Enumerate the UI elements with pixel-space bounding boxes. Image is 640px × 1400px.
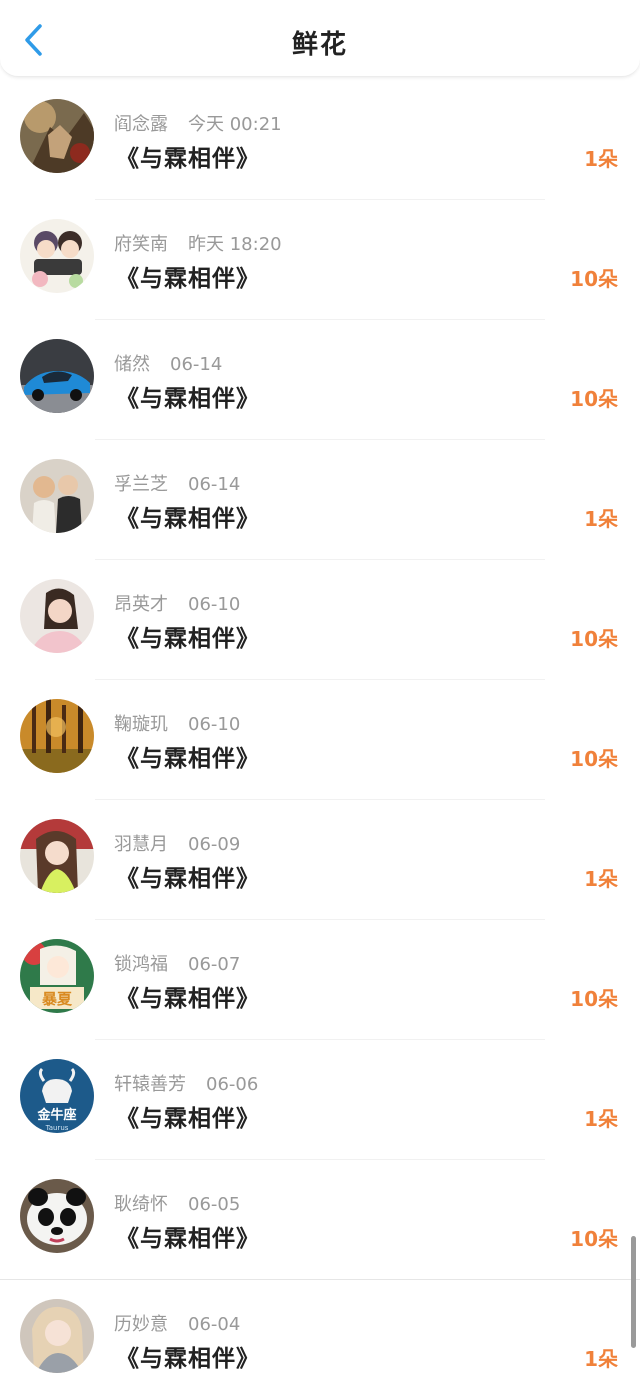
sender-name: 阎念露 <box>114 114 168 135</box>
timestamp: 06-09 <box>188 834 241 855</box>
timestamp: 06-14 <box>188 474 241 495</box>
book-title[interactable]: 《与霖相伴》 <box>116 139 260 173</box>
avatar-subcaption: Taurus <box>45 1124 69 1132</box>
book-title[interactable]: 《与霖相伴》 <box>116 1099 260 1133</box>
sender-name: 储然 <box>114 354 150 375</box>
sender-name: 昂英才 <box>114 594 168 615</box>
timestamp: 06-14 <box>170 354 223 375</box>
avatar[interactable] <box>20 699 94 773</box>
book-title[interactable]: 《与霖相伴》 <box>116 499 260 533</box>
flower-amount: 10朵 <box>570 267 618 291</box>
list-item[interactable]: 府笑南 昨天 18:20 《与霖相伴》 10朵 <box>0 200 640 320</box>
list-item[interactable]: 储然 06-14 《与霖相伴》 10朵 <box>0 320 640 440</box>
timestamp: 今天 00:21 <box>188 114 282 135</box>
sender-name: 轩辕善芳 <box>114 1074 186 1095</box>
sender-name: 鞠璇玑 <box>114 714 168 735</box>
flower-amount: 10朵 <box>570 387 618 411</box>
book-title[interactable]: 《与霖相伴》 <box>116 1219 260 1253</box>
flower-amount: 10朵 <box>570 1227 618 1251</box>
book-title[interactable]: 《与霖相伴》 <box>116 379 260 413</box>
timestamp: 06-04 <box>188 1314 241 1335</box>
list-item[interactable]: 孚兰芝 06-14 《与霖相伴》 1朵 <box>0 440 640 560</box>
list-item[interactable]: 暴夏 锁鸿福 06-07 《与霖相伴》 10朵 <box>0 920 640 1040</box>
avatar[interactable]: 暴夏 <box>20 939 94 1013</box>
avatar[interactable] <box>20 219 94 293</box>
avatar[interactable]: 金牛座 Taurus <box>20 1059 94 1133</box>
list-item[interactable]: 阎念露 今天 00:21 《与霖相伴》 1朵 <box>0 80 640 200</box>
flower-amount: 1朵 <box>584 147 618 171</box>
flower-amount: 10朵 <box>570 747 618 771</box>
book-title[interactable]: 《与霖相伴》 <box>116 1339 260 1373</box>
timestamp: 06-06 <box>206 1074 259 1095</box>
timestamp: 06-10 <box>188 714 241 735</box>
avatar-caption: 暴夏 <box>42 990 73 1008</box>
sender-name: 耿绮怀 <box>114 1194 168 1215</box>
timestamp: 06-10 <box>188 594 241 615</box>
list-item[interactable]: 昂英才 06-10 《与霖相伴》 10朵 <box>0 560 640 680</box>
flower-amount: 1朵 <box>584 867 618 891</box>
book-title[interactable]: 《与霖相伴》 <box>116 979 260 1013</box>
page-title: 鲜花 <box>291 30 348 60</box>
avatar[interactable] <box>20 1179 94 1253</box>
timestamp: 昨天 18:20 <box>188 234 282 255</box>
sender-name: 孚兰芝 <box>114 474 168 495</box>
timestamp: 06-07 <box>188 954 241 975</box>
list-item[interactable]: 羽慧月 06-09 《与霖相伴》 1朵 <box>0 800 640 920</box>
avatar[interactable] <box>20 1299 94 1373</box>
list-item[interactable]: 历妙意 06-04 《与霖相伴》 1朵 <box>0 1280 640 1400</box>
list-item[interactable]: 鞠璇玑 06-10 《与霖相伴》 10朵 <box>0 680 640 800</box>
flower-amount: 1朵 <box>584 1107 618 1131</box>
sender-name: 历妙意 <box>114 1314 168 1335</box>
book-title[interactable]: 《与霖相伴》 <box>116 739 260 773</box>
avatar[interactable] <box>20 579 94 653</box>
flower-amount: 10朵 <box>570 627 618 651</box>
book-title[interactable]: 《与霖相伴》 <box>116 259 260 293</box>
flower-amount: 1朵 <box>584 1347 618 1371</box>
book-title[interactable]: 《与霖相伴》 <box>116 859 260 893</box>
top-nav-bar: 鲜花 <box>0 0 640 77</box>
timestamp: 06-05 <box>188 1194 241 1215</box>
avatar-caption: 金牛座 <box>36 1107 76 1123</box>
flower-amount: 1朵 <box>584 507 618 531</box>
list-item[interactable]: 耿绮怀 06-05 《与霖相伴》 10朵 <box>0 1160 640 1280</box>
avatar[interactable] <box>20 819 94 893</box>
flower-record-list: 阎念露 今天 00:21 《与霖相伴》 1朵 府笑南 昨天 18:20 《与霖相伴》… <box>0 80 640 1400</box>
book-title[interactable]: 《与霖相伴》 <box>116 619 260 653</box>
avatar[interactable] <box>20 339 94 413</box>
sender-name: 府笑南 <box>114 234 168 255</box>
list-item[interactable]: 金牛座 Taurus 轩辕善芳 06-06 《与霖相伴》 1朵 <box>0 1040 640 1160</box>
scrollbar[interactable] <box>631 1236 636 1348</box>
flower-amount: 10朵 <box>570 987 618 1011</box>
sender-name: 羽慧月 <box>114 834 168 855</box>
avatar[interactable] <box>20 459 94 533</box>
avatar[interactable] <box>20 99 94 173</box>
sender-name: 锁鸿福 <box>114 954 168 975</box>
